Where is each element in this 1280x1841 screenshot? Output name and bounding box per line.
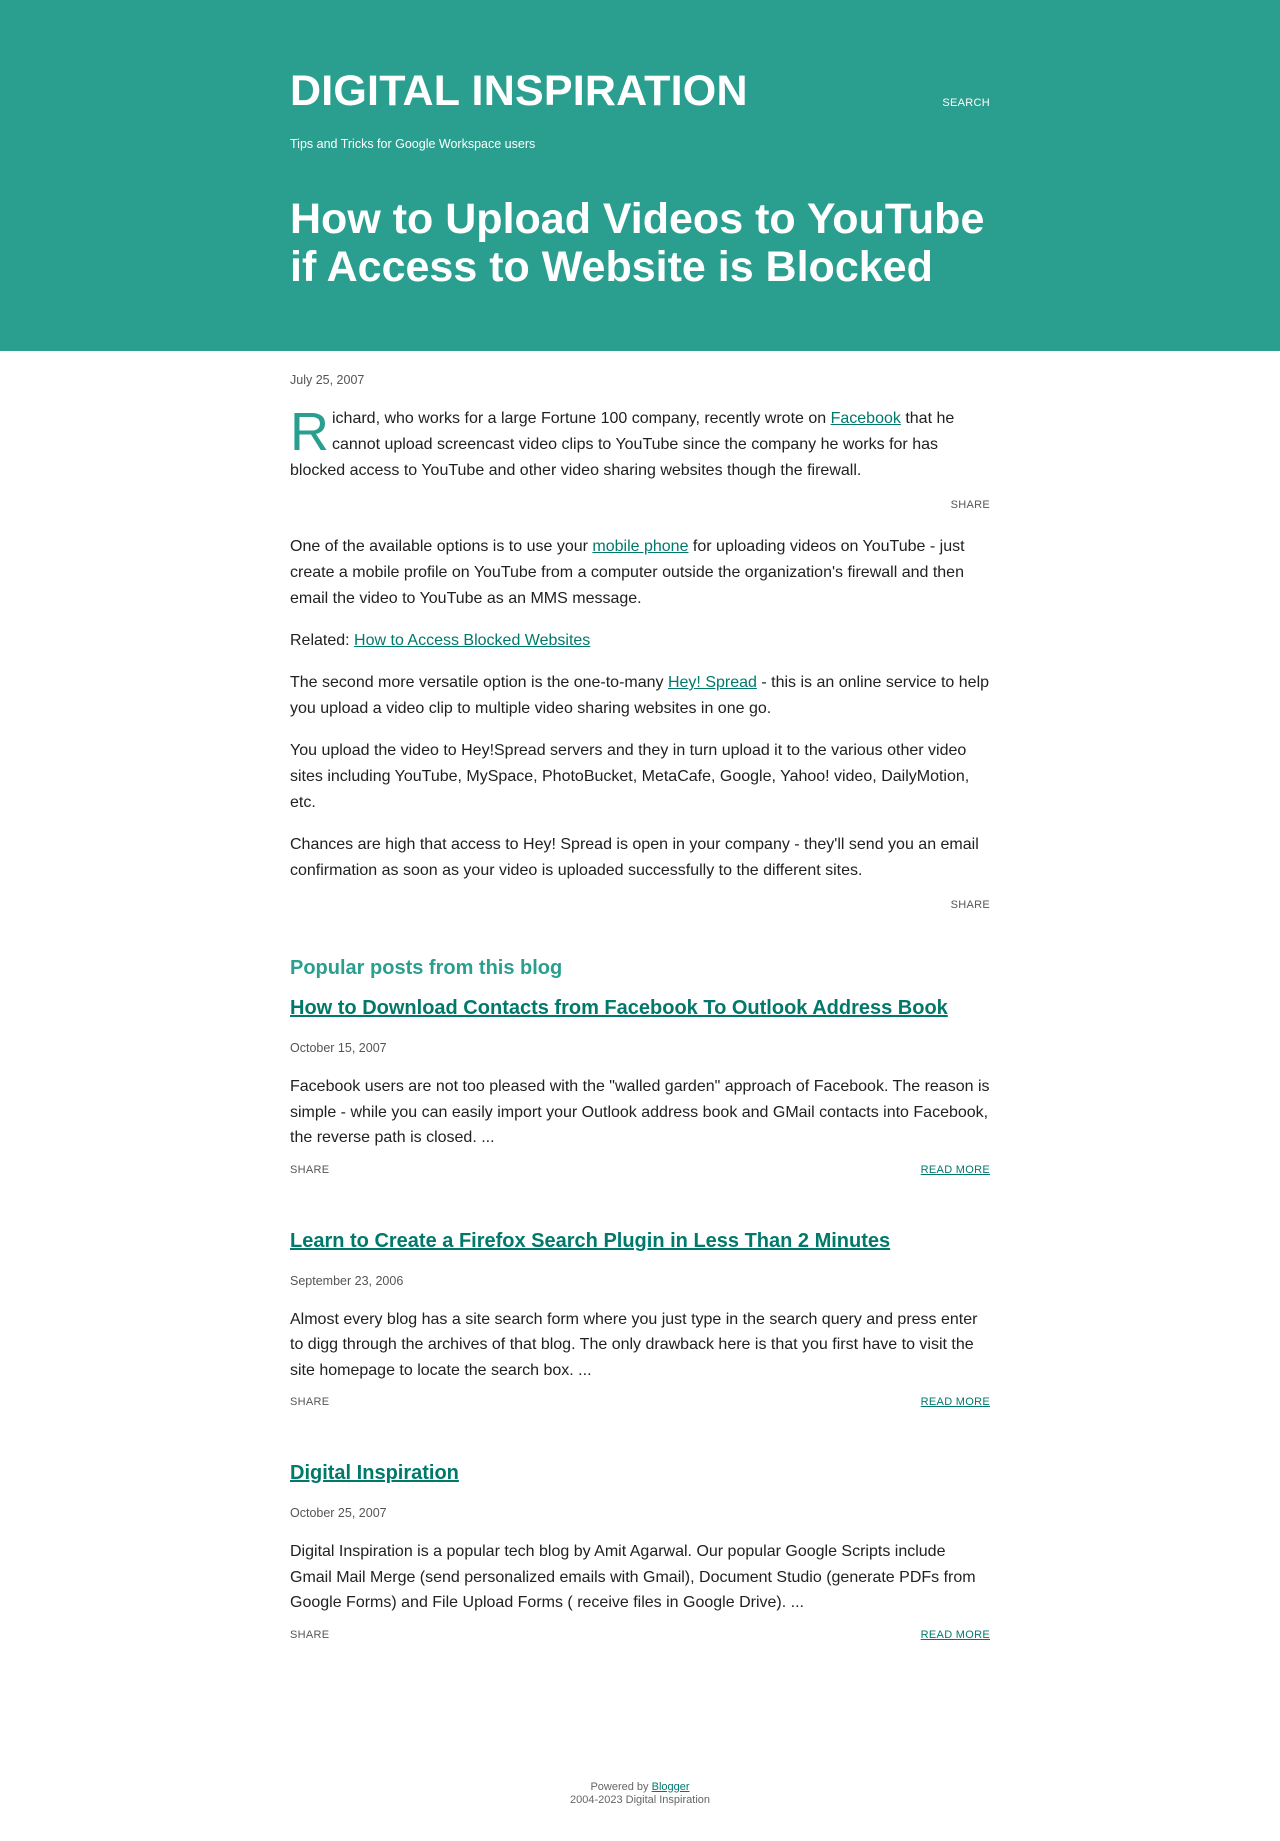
- popular-post-footer: SHARE READ MORE: [290, 1163, 990, 1177]
- related-label: Related:: [290, 632, 355, 649]
- dropcap-letter: R: [290, 402, 329, 462]
- intro-paragraph: Richard, who works for a large Fortune 1…: [290, 402, 990, 484]
- mobile-phone-link[interactable]: mobile phone: [592, 538, 688, 555]
- popular-post-read-more-link[interactable]: READ MORE: [921, 1628, 990, 1642]
- paragraph-chances: Chances are high that access to Hey! Spr…: [290, 836, 979, 879]
- para3-before: The second more versatile option is the …: [290, 674, 668, 691]
- share-row-top: SHARE: [290, 498, 990, 512]
- hey-spread-link[interactable]: Hey! Spread: [668, 674, 757, 691]
- share-row-bottom: SHARE: [290, 898, 990, 912]
- popular-posts-heading: Popular posts from this blog: [290, 957, 563, 979]
- popular-post-share-button[interactable]: SHARE: [290, 1628, 329, 1642]
- popular-post-item: How to Download Contacts from Facebook T…: [290, 996, 990, 1177]
- popular-post-footer: SHARE READ MORE: [290, 1628, 990, 1642]
- powered-by-text: Powered by: [590, 1780, 652, 1793]
- post-date: July 25, 2007: [290, 373, 365, 387]
- popular-post-snippet: Almost every blog has a site search form…: [290, 1310, 978, 1379]
- site-tagline: Tips and Tricks for Google Workspace use…: [290, 137, 536, 151]
- search-link[interactable]: SEARCH: [942, 97, 990, 109]
- related-link[interactable]: How to Access Blocked Websites: [354, 632, 590, 649]
- post-body: Richard, who works for a large Fortune 1…: [290, 402, 990, 912]
- post-title: How to Upload Videos to YouTube if Acces…: [290, 195, 985, 291]
- popular-post-title-link[interactable]: How to Download Contacts from Facebook T…: [290, 996, 948, 1020]
- popular-post-item: Digital Inspiration October 25, 2007 Dig…: [290, 1461, 990, 1642]
- share-button-top[interactable]: SHARE: [951, 499, 990, 511]
- page-footer: Powered by Blogger 2004-2023 Digital Ins…: [0, 1694, 1280, 1817]
- popular-post-date: October 15, 2007: [290, 1041, 387, 1055]
- para2-before: One of the available options is to use y…: [290, 538, 593, 555]
- popular-post-title-link[interactable]: Digital Inspiration: [290, 1461, 459, 1485]
- copyright-text: 2004-2023 Digital Inspiration: [569, 1793, 711, 1806]
- paragraph-related: Related: How to Access Blocked Websites: [290, 628, 990, 654]
- header-inner: DIGITAL INSPIRATION SEARCH Tips and Tric…: [290, 0, 990, 351]
- powered-by-line: Powered by Blogger: [0, 1781, 1280, 1794]
- facebook-link[interactable]: Facebook: [831, 410, 901, 427]
- share-button-bottom[interactable]: SHARE: [951, 899, 990, 911]
- blogger-link[interactable]: Blogger: [652, 1781, 690, 1793]
- site-title-link[interactable]: DIGITAL INSPIRATION: [290, 66, 748, 116]
- popular-post-snippet: Facebook users are not too pleased with …: [290, 1078, 990, 1146]
- main-content: July 25, 2007 Richard, who works for a l…: [290, 351, 990, 1642]
- header-band: DIGITAL INSPIRATION SEARCH Tips and Tric…: [0, 0, 1280, 351]
- paragraph-heyspread: The second more versatile option is the …: [290, 670, 990, 722]
- popular-post-footer: SHARE READ MORE: [290, 1395, 990, 1409]
- popular-post-share-button[interactable]: SHARE: [290, 1163, 329, 1177]
- paragraph-mobile: One of the available options is to use y…: [290, 534, 990, 612]
- popular-post-share-button[interactable]: SHARE: [290, 1395, 329, 1409]
- popular-post-title-link[interactable]: Learn to Create a Firefox Search Plugin …: [290, 1229, 890, 1253]
- popular-post-snippet: Digital Inspiration is a popular tech bl…: [290, 1543, 976, 1611]
- popular-post-read-more-link[interactable]: READ MORE: [921, 1395, 990, 1409]
- popular-post-date: September 23, 2006: [290, 1273, 404, 1288]
- paragraph-upload-sites: You upload the video to Hey!Spread serve…: [290, 742, 970, 811]
- intro-text-before: ichard, who works for a large Fortune 10…: [332, 410, 831, 427]
- popular-post-item: Learn to Create a Firefox Search Plugin …: [290, 1229, 990, 1410]
- popular-post-read-more-link[interactable]: READ MORE: [921, 1163, 990, 1177]
- popular-post-date: October 25, 2007: [290, 1506, 387, 1520]
